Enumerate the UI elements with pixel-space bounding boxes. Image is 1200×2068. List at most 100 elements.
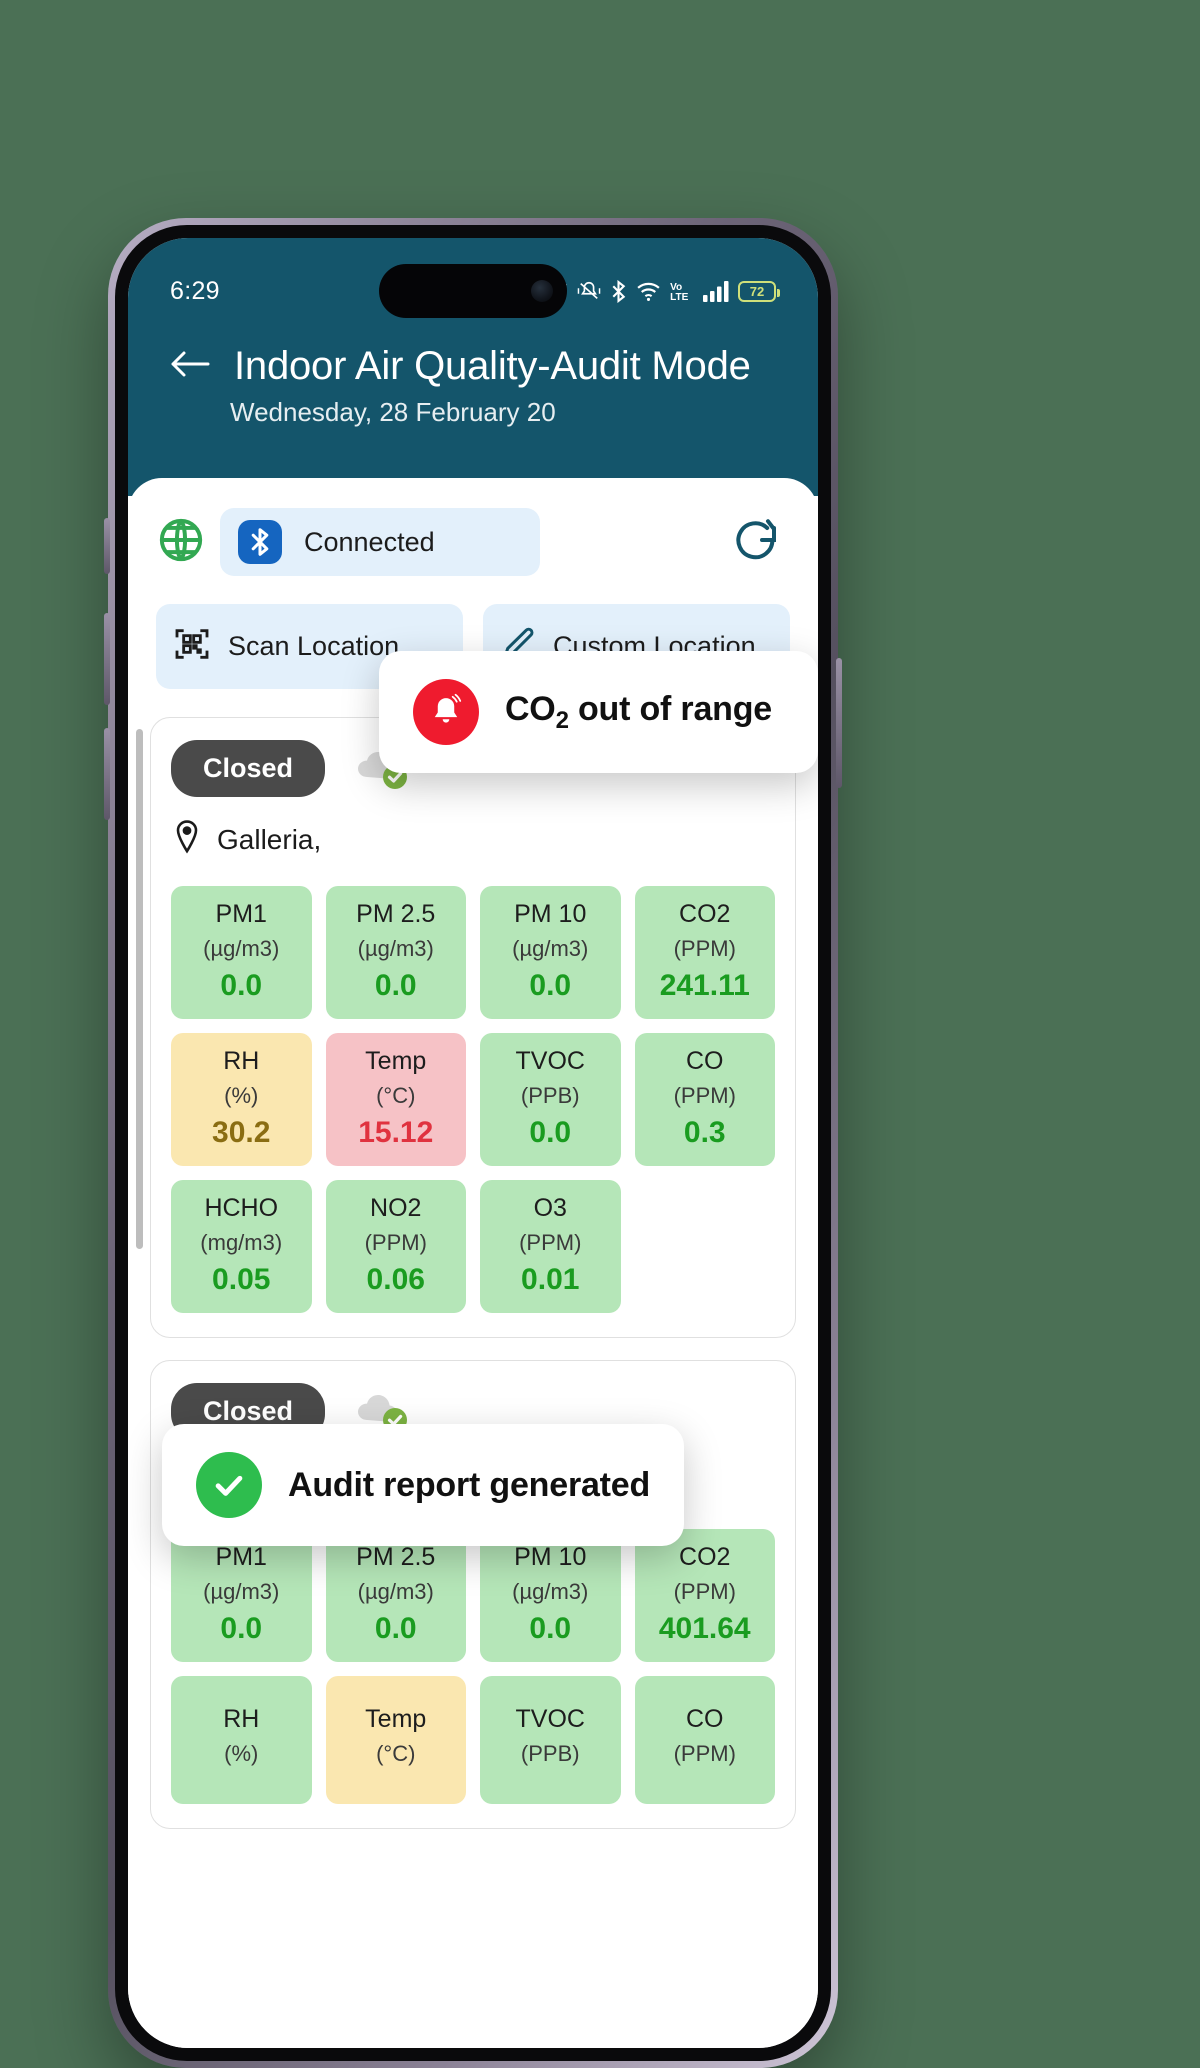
- metric-tile[interactable]: CO2 (PPM) 401.64: [634, 1529, 775, 1662]
- metric-value: 0.0: [529, 969, 572, 1002]
- metric-tile[interactable]: PM 2.5 (µg/m3) 0.0: [325, 886, 466, 1019]
- metric-tile[interactable]: Temp (°C) 15.12: [325, 1033, 466, 1166]
- metric-tile[interactable]: CO2 (PPM) 241.11: [634, 886, 775, 1019]
- metric-unit: (mg/m3): [200, 1230, 283, 1255]
- metric-unit: (µg/m3): [203, 936, 280, 961]
- phone-screen: 6:29 Vo LTE 72 Indoor Air Quality-Audit …: [128, 238, 818, 2048]
- metric-name: Temp: [365, 1047, 427, 1075]
- globe-icon[interactable]: [156, 515, 206, 570]
- location-row: Galleria,: [171, 797, 775, 860]
- metric-tile[interactable]: PM 10 (µg/m3) 0.0: [480, 886, 621, 1019]
- metric-name: PM 2.5: [356, 1543, 436, 1571]
- metric-name: PM1: [215, 1543, 267, 1571]
- wifi-icon: [636, 281, 661, 302]
- metric-tile[interactable]: Temp (°C): [325, 1676, 466, 1804]
- bell-alert-icon: [412, 679, 479, 745]
- metric-value: 30.2: [212, 1116, 271, 1149]
- connection-row: Connected: [128, 500, 818, 576]
- bluetooth-icon: [238, 520, 282, 564]
- metric-value: 15.12: [358, 1116, 434, 1149]
- metric-tile[interactable]: O3 (PPM) 0.01: [480, 1180, 621, 1313]
- metric-unit: (PPM): [364, 1230, 427, 1255]
- bluetooth-status-chip[interactable]: Connected: [220, 508, 540, 576]
- metric-name: NO2: [370, 1194, 422, 1222]
- metric-unit: (µg/m3): [357, 936, 434, 961]
- metric-unit: (PPB): [520, 1083, 580, 1108]
- front-camera-icon: [531, 280, 553, 302]
- battery-level-label: 72: [749, 283, 765, 299]
- metric-unit: (°C): [376, 1740, 416, 1766]
- metric-name: PM 2.5: [356, 900, 436, 928]
- bluetooth-icon: [610, 279, 627, 303]
- metric-tile[interactable]: RH (%) 30.2: [171, 1033, 312, 1166]
- metric-value: 0.0: [529, 1612, 572, 1645]
- metric-unit: (PPM): [673, 1579, 736, 1604]
- phone-device-frame: 6:29 Vo LTE 72 Indoor Air Quality-Audit …: [104, 218, 842, 2068]
- metric-unit: (PPM): [673, 1083, 736, 1108]
- refresh-icon[interactable]: [730, 516, 790, 569]
- metric-unit: (PPM): [519, 1230, 582, 1255]
- metric-name: CO: [686, 1047, 724, 1075]
- mute-switch[interactable]: [104, 518, 110, 574]
- metric-value: 0.06: [366, 1263, 425, 1296]
- dynamic-island: [379, 264, 567, 318]
- metric-name: O3: [533, 1194, 567, 1222]
- audit-report-label: Audit report generated: [288, 1465, 651, 1504]
- back-arrow-icon[interactable]: [168, 347, 212, 386]
- metric-unit: (PPM): [673, 1740, 736, 1766]
- metric-name: RH: [223, 1704, 260, 1733]
- battery-icon: 72: [738, 280, 780, 302]
- metric-name: HCHO: [204, 1194, 279, 1222]
- metric-unit: (µg/m3): [512, 1579, 589, 1604]
- metric-unit: (%): [224, 1083, 259, 1108]
- metric-tile[interactable]: PM 10 (µg/m3) 0.0: [480, 1529, 621, 1662]
- metric-tile[interactable]: PM1 (µg/m3) 0.0: [171, 886, 312, 1019]
- page-title: Indoor Air Quality-Audit Mode: [234, 344, 751, 388]
- status-clock: 6:29: [170, 276, 220, 305]
- metric-tile[interactable]: HCHO (mg/m3) 0.05: [171, 1180, 312, 1313]
- metric-tile[interactable]: PM 2.5 (µg/m3) 0.0: [325, 1529, 466, 1662]
- reading-card[interactable]: Closed Galleria, PM1 (µg/m3) 0.0 PM 2.5 (µg/m3…: [150, 717, 796, 1338]
- co2-alert-toast[interactable]: CO2 out of range: [378, 651, 818, 773]
- scrollbar[interactable]: [136, 729, 143, 1249]
- metric-unit: (PPM): [673, 936, 736, 961]
- metric-name: Temp: [365, 1704, 427, 1733]
- status-bar-icons: Vo LTE 72: [546, 279, 780, 303]
- metric-tile[interactable]: RH (%): [171, 1676, 312, 1804]
- metric-name: PM 10: [514, 900, 587, 928]
- metric-value: 0.0: [220, 969, 263, 1002]
- status-badge[interactable]: Closed: [171, 740, 326, 797]
- bluetooth-status-label: Connected: [304, 526, 435, 557]
- metric-value: 0.0: [220, 1612, 263, 1645]
- metric-name: PM 10: [514, 1543, 587, 1571]
- metric-unit: (µg/m3): [203, 1579, 280, 1604]
- metric-value: 0.0: [374, 969, 417, 1002]
- phone-bezel: 6:29 Vo LTE 72 Indoor Air Quality-Audit …: [115, 225, 831, 2061]
- volte-icon: Vo LTE: [670, 280, 694, 302]
- qr-scan-icon: [172, 624, 212, 669]
- power-button[interactable]: [836, 658, 842, 788]
- metric-tile[interactable]: CO (PPM) 0.3: [634, 1033, 775, 1166]
- metric-name: CO: [686, 1704, 724, 1733]
- metric-name: CO2: [679, 900, 731, 928]
- metric-name: TVOC: [515, 1704, 585, 1733]
- metric-unit: (µg/m3): [357, 1579, 434, 1604]
- metric-value: 0.01: [521, 1263, 580, 1296]
- metric-tile[interactable]: CO (PPM): [634, 1676, 775, 1804]
- svg-text:LTE: LTE: [670, 292, 689, 302]
- volume-up-button[interactable]: [104, 613, 110, 705]
- metric-tile[interactable]: TVOC (PPB): [480, 1676, 621, 1804]
- location-name: Galleria,: [217, 823, 322, 855]
- scan-location-label: Scan Location: [228, 631, 400, 661]
- metric-tile[interactable]: NO2 (PPM) 0.06: [325, 1180, 466, 1313]
- audit-report-toast[interactable]: Audit report generated: [162, 1424, 685, 1546]
- metric-tile[interactable]: TVOC (PPB) 0.0: [480, 1033, 621, 1166]
- volume-down-button[interactable]: [104, 728, 110, 820]
- metric-unit: (°C): [376, 1083, 416, 1108]
- metric-tile[interactable]: PM1 (µg/m3) 0.0: [171, 1529, 312, 1662]
- app-header: 6:29 Vo LTE 72 Indoor Air Quality-Audit …: [128, 238, 818, 496]
- metric-value: 241.11: [659, 969, 750, 1002]
- metric-name: TVOC: [515, 1047, 585, 1075]
- metric-value: 0.05: [212, 1263, 271, 1296]
- metric-unit: (µg/m3): [512, 936, 589, 961]
